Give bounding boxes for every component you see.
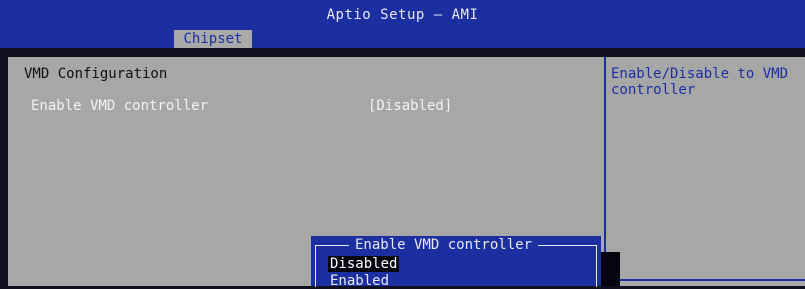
popup-shadow: [601, 252, 620, 286]
section-title: VMD Configuration: [24, 66, 168, 82]
setting-value-enable-vmd[interactable]: [Disabled]: [368, 98, 452, 114]
option-popup: Enable VMD controller Disabled Enabled: [311, 236, 601, 289]
setting-label-enable-vmd[interactable]: Enable VMD controller: [31, 98, 208, 114]
bios-header: Aptio Setup – AMI Chipset: [0, 0, 805, 48]
app-title: Aptio Setup – AMI: [326, 7, 479, 23]
popup-title: Enable VMD controller: [349, 237, 539, 253]
help-text: Enable/Disable to VMD controller: [611, 66, 789, 98]
tab-chipset[interactable]: Chipset: [174, 30, 252, 48]
help-bottom-rule: [606, 279, 805, 281]
popup-option-enabled[interactable]: Enabled: [328, 273, 391, 289]
header-divider: [0, 48, 805, 50]
popup-option-disabled[interactable]: Disabled: [328, 256, 400, 272]
